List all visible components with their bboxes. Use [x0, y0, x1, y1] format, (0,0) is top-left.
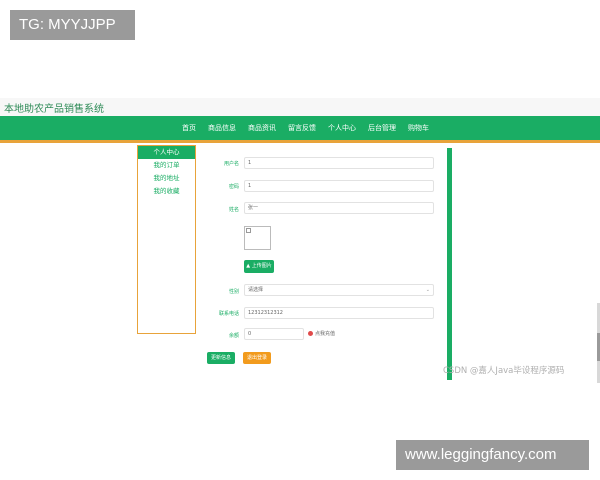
logout-button[interactable]: 退出登录 [243, 352, 271, 364]
csdn-watermark: CSDN @嘉人Java毕设程序源码 [443, 366, 565, 376]
content-scrollbar[interactable] [447, 148, 452, 380]
avatar-preview [244, 226, 271, 250]
app-window: 本地助农产品销售系统 首页 商品信息 商品资讯 留言反馈 个人中心 后台管理 购… [0, 98, 600, 383]
phone-input[interactable]: 12312312312 [244, 307, 434, 319]
nav-item-cart[interactable]: 购物车 [408, 123, 429, 133]
nav-item-feedback[interactable]: 留言反馈 [288, 123, 316, 133]
gender-label: 性别 [228, 289, 239, 295]
recharge-icon[interactable] [308, 331, 313, 336]
name-label: 姓名 [228, 207, 239, 213]
gender-value: 请选择 [248, 287, 264, 293]
phone-value: 12312312312 [248, 310, 283, 316]
title-bar: 本地助农产品销售系统 [0, 98, 600, 116]
sidebar-item-favorites[interactable]: 我的收藏 [138, 185, 195, 198]
broken-image-icon [246, 228, 251, 233]
top-nav: 首页 商品信息 商品资讯 留言反馈 个人中心 后台管理 购物车 [0, 116, 600, 140]
password-input[interactable]: 1 [244, 180, 434, 192]
recharge-link[interactable]: 点我充值 [315, 330, 335, 337]
nav-item-news[interactable]: 商品资讯 [248, 123, 276, 133]
username-label: 用户名 [223, 161, 239, 167]
top-left-tag-text: TG: MYYJJPP [19, 16, 116, 33]
password-value: 1 [248, 183, 252, 189]
balance-input[interactable]: 0 [244, 328, 304, 340]
password-label: 密码 [228, 184, 239, 190]
nav-item-profile[interactable]: 个人中心 [328, 123, 356, 133]
upload-label: 上传图片 [251, 263, 272, 269]
sidebar-item-profile[interactable]: 个人中心 [138, 146, 195, 159]
nav-item-admin[interactable]: 后台管理 [368, 123, 396, 133]
screenshot: TG: MYYJJPP 本地助农产品销售系统 首页 商品信息 商品资讯 留言反馈… [0, 0, 600, 480]
sidebar: 个人中心 我的订单 我的地址 我的收藏 [137, 145, 196, 334]
sidebar-item-address[interactable]: 我的地址 [138, 172, 195, 185]
username-input[interactable]: 1 [244, 157, 434, 169]
name-value: 张一 [248, 205, 259, 211]
balance-value: 0 [248, 331, 252, 337]
name-input[interactable]: 张一 [244, 202, 434, 214]
top-left-tag: TG: MYYJJPP [10, 10, 135, 40]
bottom-right-url-text: www.leggingfancy.com [405, 446, 557, 463]
upload-icon: ▲ [246, 263, 251, 269]
bottom-right-url-tag: www.leggingfancy.com [396, 440, 589, 470]
gender-select[interactable]: 请选择 ⌄ [244, 284, 434, 296]
upload-image-button[interactable]: ▲ 上传图片 [244, 260, 274, 273]
sidebar-item-orders[interactable]: 我的订单 [138, 159, 195, 172]
nav-underline [0, 140, 600, 143]
nav-items: 首页 商品信息 商品资讯 留言反馈 个人中心 后台管理 购物车 [182, 116, 429, 140]
site-title: 本地助农产品销售系统 [4, 104, 104, 115]
nav-item-home[interactable]: 首页 [182, 123, 196, 133]
phone-label: 联系电话 [218, 311, 239, 317]
username-value: 1 [248, 160, 252, 166]
chevron-down-icon: ⌄ [425, 287, 430, 293]
balance-label: 余额 [228, 333, 239, 339]
nav-item-products[interactable]: 商品信息 [208, 123, 236, 133]
update-info-button[interactable]: 更新信息 [207, 352, 235, 364]
